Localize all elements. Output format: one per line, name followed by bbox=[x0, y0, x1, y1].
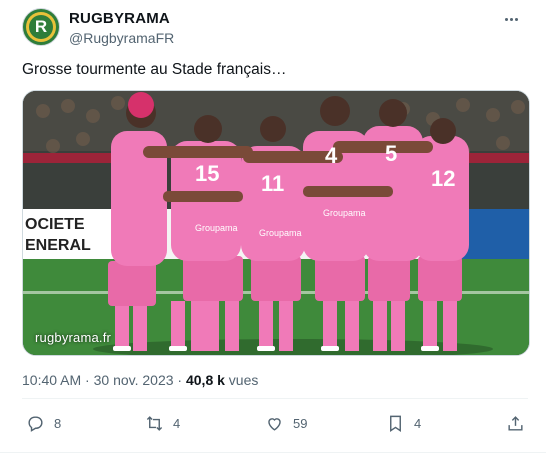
divider bbox=[22, 398, 528, 399]
reply-button[interactable]: 8 bbox=[26, 412, 61, 434]
tweet-time[interactable]: 10:40 AM bbox=[22, 372, 81, 388]
retweet-icon bbox=[146, 415, 163, 431]
like-button[interactable]: 59 bbox=[265, 412, 307, 434]
media-watermark: rugbyrama.fr bbox=[35, 330, 112, 345]
ad-board-text-1: OCIETE bbox=[25, 216, 85, 233]
bookmark-count: 4 bbox=[414, 415, 422, 431]
bookmark-button[interactable]: 4 bbox=[386, 412, 421, 434]
account-handle[interactable]: @RugbyramaFR bbox=[69, 30, 174, 46]
views-label: vues bbox=[224, 372, 259, 388]
reply-count: 8 bbox=[54, 415, 62, 431]
meta-separator-2: · bbox=[173, 372, 186, 388]
bookmark-icon bbox=[390, 415, 401, 432]
account-name[interactable]: RUGBYRAMA bbox=[69, 10, 170, 27]
more-options-icon[interactable] bbox=[504, 8, 526, 26]
tweet-card[interactable]: R RUGBYRAMA @RugbyramaFR Grosse tourment… bbox=[0, 0, 546, 453]
tweet-date[interactable]: 30 nov. 2023 bbox=[94, 372, 174, 388]
like-count: 59 bbox=[293, 415, 308, 431]
share-icon bbox=[508, 415, 523, 431]
jersey-number-5: 5 bbox=[385, 141, 397, 166]
jersey-number-4: 4 bbox=[325, 143, 338, 168]
reply-icon bbox=[28, 415, 43, 432]
jersey-number-15: 15 bbox=[195, 161, 219, 186]
avatar[interactable]: R bbox=[22, 8, 60, 46]
rugbyrama-logo-icon: R bbox=[29, 15, 53, 39]
views-count: 40,8 k bbox=[185, 372, 225, 388]
tweet-text: Grosse tourmente au Stade français… bbox=[22, 61, 287, 78]
ad-board-text-2: ENERAL bbox=[25, 237, 91, 254]
tweet-media-photo[interactable]: OCIETE ENERAL 15 11 4 5 12 Groupama Grou… bbox=[22, 90, 530, 356]
retweet-button[interactable]: 4 bbox=[145, 412, 180, 434]
retweet-count: 4 bbox=[173, 415, 181, 431]
team-huddle-photo: OCIETE ENERAL 15 11 4 5 12 Groupama Grou… bbox=[23, 91, 529, 355]
heart-icon bbox=[268, 417, 281, 431]
share-button[interactable] bbox=[506, 412, 534, 434]
sponsor-logo-3: Groupama bbox=[323, 208, 366, 218]
action-bar: 8 4 59 4 bbox=[0, 408, 546, 438]
sponsor-logo-1: Groupama bbox=[195, 223, 238, 233]
jersey-number-11: 11 bbox=[261, 171, 284, 196]
meta-separator: · bbox=[81, 372, 94, 388]
tweet-metadata: 10:40 AM · 30 nov. 2023 · 40,8 k vues bbox=[22, 372, 258, 388]
sponsor-logo-2: Groupama bbox=[259, 228, 302, 238]
jersey-number-12: 12 bbox=[431, 166, 455, 191]
